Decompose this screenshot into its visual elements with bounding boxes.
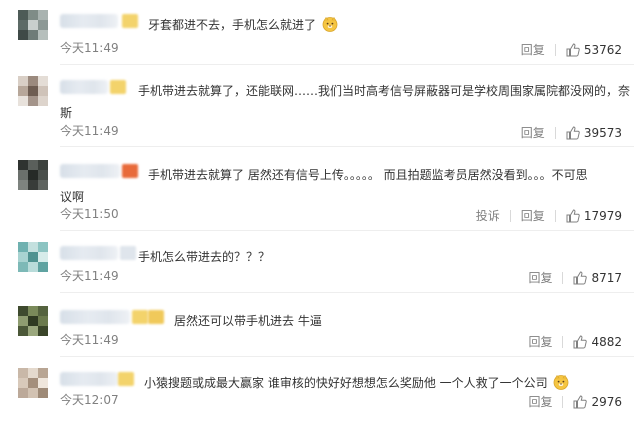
comment-text: 手机怎么带进去的？？？ [138,250,271,264]
doge-face-icon [554,374,569,390]
comment-divider [60,292,634,293]
comment-divider [60,146,634,147]
comment-actions: 回复 8717 [528,270,622,286]
divider [554,44,556,56]
divider [562,396,564,408]
comment-actions: 回复 53762 [521,42,622,58]
like-button[interactable]: 53762 [566,42,622,58]
thumbs-up-icon [566,126,580,140]
avatar[interactable] [18,306,48,336]
thumbs-up-icon [566,43,580,57]
user-badge-icon [120,246,136,260]
reply-button[interactable]: 回复 [521,42,545,58]
comment-text-continued: 议啊 [60,190,85,204]
like-count: 39573 [583,126,622,140]
like-button[interactable]: 2976 [573,394,622,410]
comment-time: 今天11:50 [60,207,119,221]
user-badge-icon [118,372,134,386]
comment-time: 今天11:49 [60,269,119,283]
thumbs-up-icon [573,335,588,349]
avatar[interactable] [18,242,48,272]
reply-button[interactable]: 回复 [528,270,552,286]
avatar[interactable] [18,160,48,190]
like-count: 4882 [591,335,622,349]
like-button[interactable]: 39573 [566,125,622,141]
comment-text: 牙套都进不去，手机怎么就进了 [148,14,338,36]
comment-text: 手机带进去就算了，还能联网……我们当时高考信号屏蔽器可是学校周围家属院都没网的，… [138,84,631,98]
reply-button[interactable]: 回复 [521,125,545,141]
comment-time: 今天11:49 [60,333,119,347]
comment-actions: 投诉 回复 17979 [476,208,622,224]
comment-time: 今天11:49 [60,41,119,55]
comment-text: 手机带进去就算了 居然还有信号上传。。。。。 而且拍题监考员居然没看到。。。不可… [148,168,588,182]
comment-text-continued: 斯 [60,106,73,120]
comment-list: 牙套都进不去，手机怎么就进了 今天11:49 回复 53762 手机带进去就算了… [0,0,634,421]
thumbs-up-icon [573,271,588,285]
avatar[interactable] [18,76,48,106]
divider [509,210,511,222]
divider [554,127,556,139]
avatar[interactable] [18,368,48,398]
comment-divider [60,230,634,231]
username-blurred[interactable] [60,246,118,260]
like-button[interactable]: 4882 [573,334,622,350]
comment-text: 小猿搜题或成最大赢家 谁审核的快好好想想怎么奖励他 一个人救了一个公司 [144,372,569,394]
doge-face-icon [322,16,338,32]
user-badge-icon [110,80,126,94]
reply-button[interactable]: 回复 [528,334,552,350]
like-count: 17979 [583,209,622,223]
like-count: 8717 [591,271,622,285]
thumbs-up-icon [566,209,580,223]
user-badge-icon [132,310,148,324]
comment-time: 今天11:49 [60,124,119,138]
thumbs-up-icon [573,395,588,409]
username-blurred[interactable] [60,372,118,386]
divider [554,210,556,222]
username-blurred[interactable] [60,164,120,178]
like-button[interactable]: 8717 [573,270,622,286]
comment-actions: 回复 2976 [528,394,622,410]
divider [562,336,564,348]
username-blurred[interactable] [60,14,118,28]
comment-divider [60,64,634,65]
comment-text: 居然还可以带手机进去 牛逼 [174,314,322,328]
like-count: 2976 [591,395,622,409]
divider [562,272,564,284]
like-button[interactable]: 17979 [566,208,622,224]
reply-button[interactable]: 回复 [528,394,552,410]
like-count: 53762 [583,43,622,57]
comment-actions: 回复 4882 [528,334,622,350]
username-blurred[interactable] [60,80,108,94]
username-blurred[interactable] [60,310,130,324]
comment-divider [60,356,634,357]
comment-actions: 回复 39573 [521,125,622,141]
avatar[interactable] [18,10,48,40]
user-badge-icon [122,14,138,28]
report-button[interactable]: 投诉 [476,208,500,224]
reply-button[interactable]: 回复 [521,208,545,224]
user-badge-icon [148,310,164,324]
user-badge-icon [122,164,138,178]
comment-time: 今天12:07 [60,393,119,407]
